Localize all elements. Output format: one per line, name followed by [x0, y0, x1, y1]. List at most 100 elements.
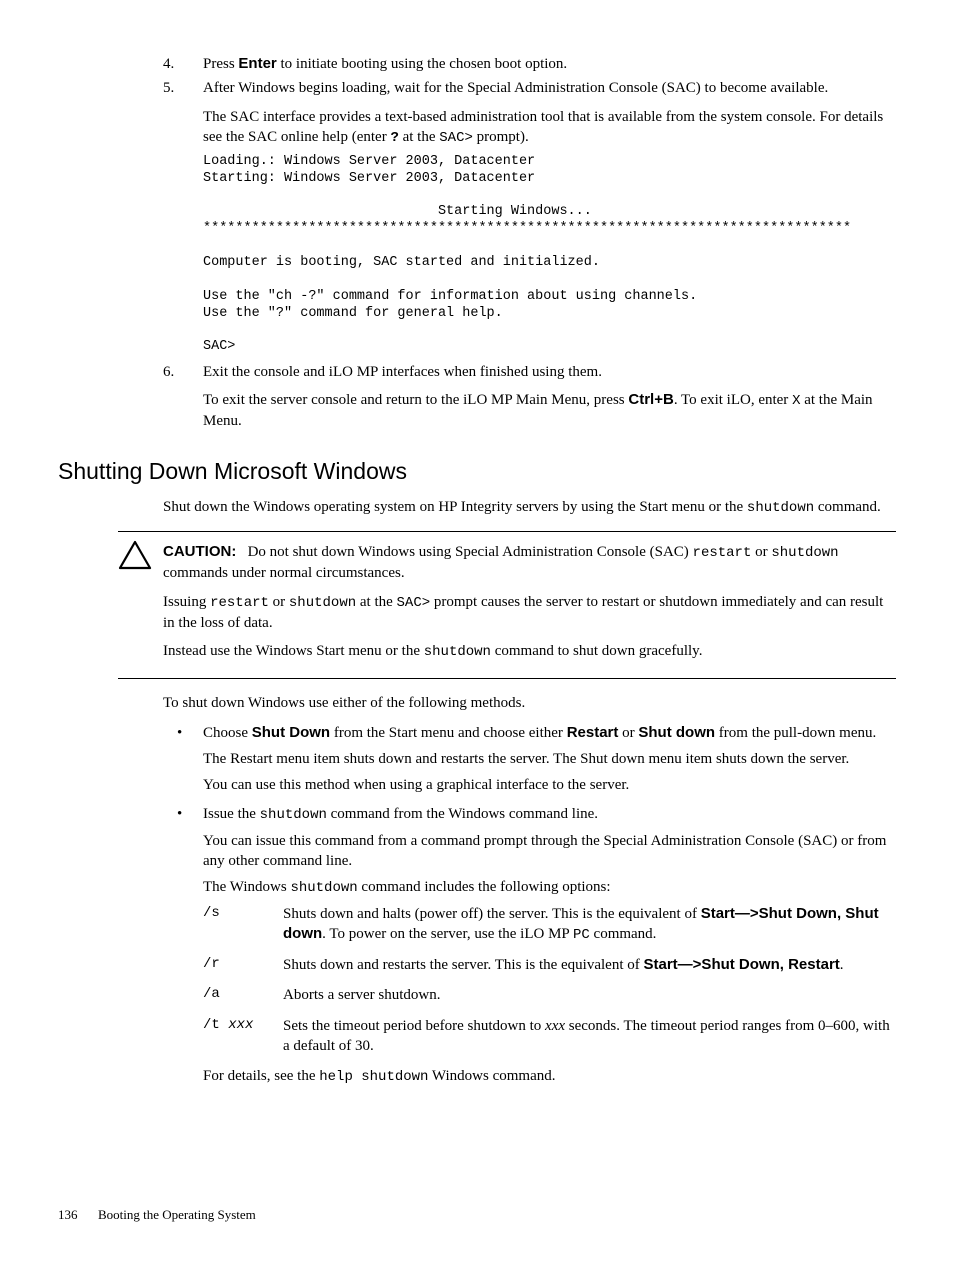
- text: The Windows: [203, 879, 290, 895]
- text: . To exit iLO, enter: [674, 392, 792, 408]
- option-desc: Sets the timeout period before shutdown …: [283, 1016, 896, 1057]
- caution-box: CAUTION: Do not shut down Windows using …: [118, 531, 896, 678]
- inline-code: ?: [390, 130, 398, 146]
- step-number: 4.: [163, 54, 174, 74]
- text: .: [840, 957, 844, 973]
- text: Press: [203, 56, 238, 72]
- methods-intro: To shut down Windows use either of the f…: [163, 693, 896, 713]
- list-item: Issue the shutdown command from the Wind…: [163, 804, 896, 1087]
- step-number: 5.: [163, 78, 174, 98]
- text: from the Start menu and choose either: [330, 725, 567, 741]
- text: to initiate booting using the chosen boo…: [277, 56, 567, 72]
- step-paragraph: The SAC interface provides a text-based …: [203, 107, 896, 148]
- text: at the: [356, 594, 396, 610]
- paragraph: The Restart menu item shuts down and res…: [203, 749, 896, 769]
- inline-code: restart: [210, 595, 269, 611]
- option-row: /a Aborts a server shutdown.: [203, 985, 896, 1005]
- key-enter: Enter: [238, 55, 276, 72]
- inline-code: SAC>: [397, 595, 431, 611]
- bold: Shut Down: [252, 724, 330, 741]
- inline-code: shutdown: [424, 644, 491, 660]
- paragraph: Shut down the Windows operating system o…: [163, 497, 896, 518]
- italic: xxx: [228, 1017, 253, 1033]
- inline-code: SAC>: [439, 130, 473, 146]
- inline-code: help shutdown: [319, 1069, 428, 1085]
- options-table: /s Shuts down and halts (power off) the …: [203, 904, 896, 1056]
- text: or: [751, 544, 771, 560]
- key-ctrl-b: Ctrl+B: [628, 391, 673, 408]
- text: Do not shut down Windows using Special A…: [248, 544, 693, 560]
- step-number: 6.: [163, 362, 174, 382]
- paragraph: The Windows shutdown command includes th…: [203, 877, 896, 898]
- section-intro: Shut down the Windows operating system o…: [163, 497, 896, 518]
- step-6: 6. Exit the console and iLO MP interface…: [163, 362, 896, 431]
- bold: Restart: [567, 724, 619, 741]
- italic: xxx: [545, 1018, 565, 1034]
- text: Sets the timeout period before shutdown …: [283, 1018, 545, 1034]
- text: prompt).: [473, 129, 529, 145]
- option-key: /r: [203, 955, 283, 974]
- text: at the: [399, 129, 439, 145]
- option-row: /s Shuts down and halts (power off) the …: [203, 904, 896, 945]
- caution-label: CAUTION:: [163, 543, 236, 560]
- text: from the pull-down menu.: [715, 725, 876, 741]
- text: command includes the following options:: [358, 879, 611, 895]
- paragraph: For details, see the help shutdown Windo…: [203, 1066, 896, 1087]
- step-text: After Windows begins loading, wait for t…: [203, 80, 828, 96]
- option-desc: Aborts a server shutdown.: [283, 985, 896, 1005]
- option-desc: Shuts down and halts (power off) the ser…: [283, 904, 896, 945]
- option-row: /r Shuts down and restarts the server. T…: [203, 955, 896, 975]
- text: . To power on the server, use the iLO MP: [322, 926, 573, 942]
- step-text: Exit the console and iLO MP interfaces w…: [203, 364, 602, 380]
- text: /t: [203, 1017, 228, 1033]
- option-desc: Shuts down and restarts the server. This…: [283, 955, 896, 975]
- page-number: 136: [58, 1206, 98, 1224]
- text: Choose: [203, 725, 252, 741]
- inline-code: shutdown: [771, 545, 838, 561]
- inline-code: shutdown: [260, 807, 327, 823]
- inline-code: shutdown: [289, 595, 356, 611]
- text: or: [269, 594, 289, 610]
- page: 4. Press Enter to initiate booting using…: [58, 54, 896, 1224]
- paragraph: To shut down Windows use either of the f…: [163, 693, 896, 713]
- code-block: Loading.: Windows Server 2003, Datacente…: [203, 154, 896, 357]
- text: Issuing: [163, 594, 210, 610]
- text: Instead use the Windows Start menu or th…: [163, 643, 424, 659]
- option-row: /t xxx Sets the timeout period before sh…: [203, 1016, 896, 1057]
- option-key: /a: [203, 985, 283, 1004]
- text: Shuts down and restarts the server. This…: [283, 957, 644, 973]
- caution-paragraph: CAUTION: Do not shut down Windows using …: [163, 542, 896, 583]
- text: command to shut down gracefully.: [491, 643, 702, 659]
- text: or: [618, 725, 638, 741]
- text: For details, see the: [203, 1068, 319, 1084]
- inline-code: shutdown: [290, 880, 357, 896]
- step-text: Press Enter to initiate booting using th…: [203, 56, 567, 72]
- bold: Start—>Shut Down, Restart: [644, 956, 840, 973]
- option-key: /s: [203, 904, 283, 923]
- text: The SAC interface provides a text-based …: [203, 109, 883, 145]
- caution-paragraph: Issuing restart or shutdown at the SAC> …: [163, 592, 896, 633]
- caution-icon: [118, 540, 152, 570]
- step-4: 4. Press Enter to initiate booting using…: [163, 54, 896, 74]
- text: Shuts down and halts (power off) the ser…: [283, 906, 701, 922]
- text: Shut down the Windows operating system o…: [163, 499, 747, 515]
- text: commands under normal circumstances.: [163, 565, 405, 581]
- numbered-steps: 4. Press Enter to initiate booting using…: [163, 54, 896, 432]
- text: command.: [590, 926, 657, 942]
- text: Issue the: [203, 806, 260, 822]
- inline-code: shutdown: [747, 500, 814, 516]
- caution-paragraph: Instead use the Windows Start menu or th…: [163, 641, 896, 662]
- inline-code: restart: [693, 545, 752, 561]
- text: To exit the server console and return to…: [203, 392, 628, 408]
- section-heading: Shutting Down Microsoft Windows: [58, 456, 896, 487]
- page-footer: 136Booting the Operating System: [58, 1206, 256, 1224]
- footer-title: Booting the Operating System: [98, 1207, 256, 1222]
- list-item: Choose Shut Down from the Start menu and…: [163, 723, 896, 796]
- bullet-list: Choose Shut Down from the Start menu and…: [163, 723, 896, 1087]
- inline-code: PC: [573, 927, 590, 943]
- bold: Shut down: [638, 724, 715, 741]
- step-5: 5. After Windows begins loading, wait fo…: [163, 78, 896, 356]
- text: Windows command.: [428, 1068, 555, 1084]
- paragraph: You can issue this command from a comman…: [203, 831, 896, 872]
- text: command.: [814, 499, 881, 515]
